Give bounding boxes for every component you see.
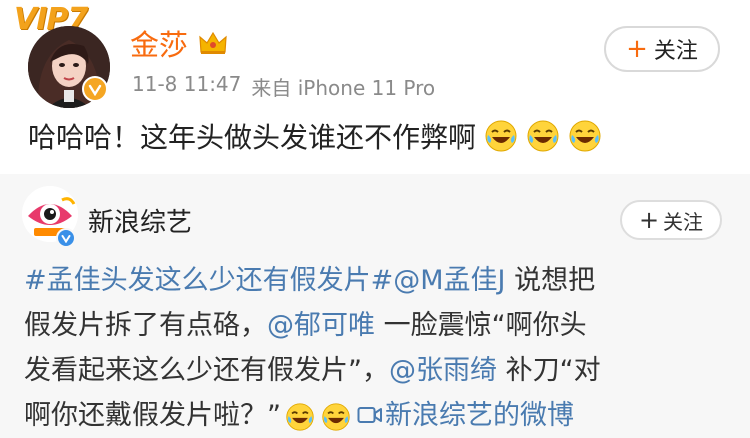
video-source-link[interactable]: 新浪综艺的微博 <box>385 400 574 431</box>
repost-text-segment: 发看起来这么少还有假发片”， <box>24 355 389 386</box>
mention-link[interactable]: @郁可唯 <box>267 310 375 341</box>
repost-follow-label: 关注 <box>663 209 704 234</box>
repost-text: #孟佳头发这么少还有假发片#@M孟佳J 说想把 假发片拆了有点硌，@郁可唯 一脸… <box>24 258 724 438</box>
verified-badge-icon <box>82 76 108 102</box>
repost-line-3: 发看起来这么少还有假发片”，@张雨绮 补刀“对 <box>24 348 724 393</box>
post-source: 来自 iPhone 11 Pro <box>251 76 436 100</box>
laugh-cry-emoji-icon <box>286 402 314 431</box>
repost-follow-button[interactable]: + 关注 <box>620 200 722 240</box>
post-meta: 11-8 11:47 来自 iPhone 11 Pro <box>132 72 435 101</box>
repost-line-4: 啊你还戴假发片啦？” 新浪综艺的微博 <box>24 393 724 438</box>
repost-text-segment: 补刀“对 <box>497 355 601 386</box>
post-text: 哈哈哈！这年头做头发谁还不作弊啊 <box>28 121 477 154</box>
repost-author-name[interactable]: 新浪综艺 <box>88 202 192 239</box>
post-content: 哈哈哈！这年头做头发谁还不作弊啊 <box>28 116 602 156</box>
laugh-cry-emoji-icon <box>527 120 559 152</box>
blue-verified-icon <box>56 228 76 248</box>
plus-icon: + <box>638 206 660 234</box>
laugh-cry-emoji-icon <box>485 120 517 152</box>
repost-text-segment: 一脸震惊“啊你头 <box>375 310 587 341</box>
repost-text-segment: 啊你还戴假发片啦？” <box>24 400 281 431</box>
repost-text-segment: 说想把 <box>505 265 596 296</box>
video-icon <box>357 407 382 423</box>
hashtag-link[interactable]: #孟佳头发这么少还有假发片# <box>24 265 393 296</box>
crown-icon <box>199 31 227 54</box>
post-timestamp: 11-8 11:47 <box>132 72 242 96</box>
repost-text-segment: 假发片拆了有点硌， <box>24 310 267 341</box>
laugh-cry-emoji-icon <box>569 120 601 152</box>
mention-link[interactable]: @张雨绮 <box>389 355 497 386</box>
laugh-cry-emoji-icon <box>322 402 350 431</box>
repost-line-1: #孟佳头发这么少还有假发片#@M孟佳J 说想把 <box>24 258 724 303</box>
follow-button-label: 关注 <box>653 39 698 64</box>
repost-line-2: 假发片拆了有点硌，@郁可唯 一脸震惊“啊你头 <box>24 303 724 348</box>
mention-link[interactable]: @M孟佳J <box>393 265 505 296</box>
follow-button[interactable]: + 关注 <box>604 26 720 72</box>
post-username[interactable]: 金莎 <box>130 22 228 64</box>
plus-icon: + <box>626 34 648 64</box>
username-text[interactable]: 金莎 <box>130 22 188 64</box>
